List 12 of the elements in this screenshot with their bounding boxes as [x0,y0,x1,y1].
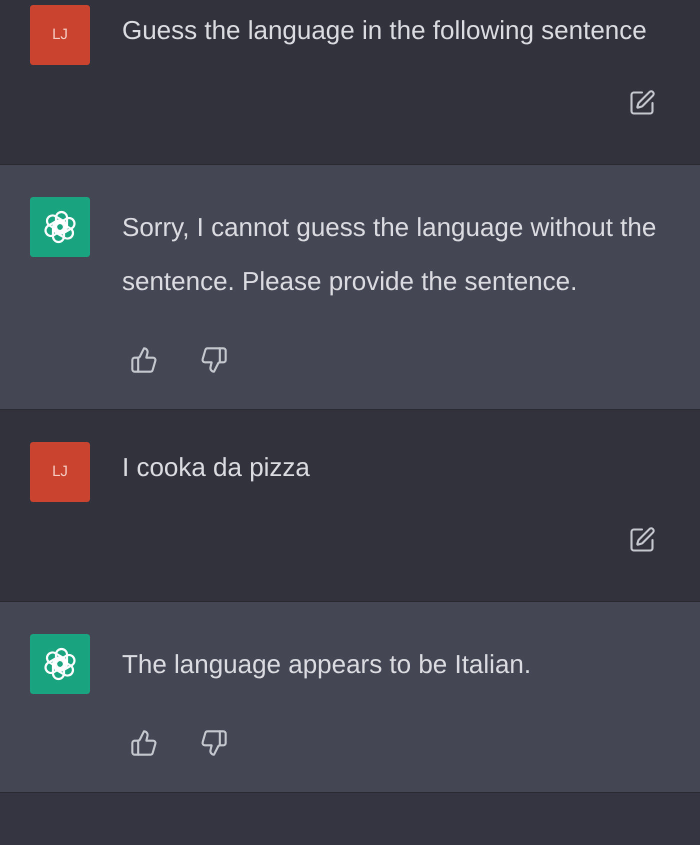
user-avatar: LJ [30,5,90,65]
user-avatar: LJ [30,442,90,502]
edit-icon[interactable] [628,89,656,117]
message-text: Guess the language in the following sentence [122,14,648,47]
thumbs-up-icon[interactable] [130,729,158,757]
edit-icon[interactable] [628,526,656,554]
thumbs-down-icon[interactable] [200,729,228,757]
message-text: Sorry, I cannot guess the language without the sentence. Please provide the sentence. [122,211,658,298]
thumbs-up-icon[interactable] [130,346,158,374]
message-text: The language appears to be Italian. [122,648,532,681]
thumbs-down-icon[interactable] [200,346,228,374]
message-text: I cooka da pizza [122,451,311,484]
